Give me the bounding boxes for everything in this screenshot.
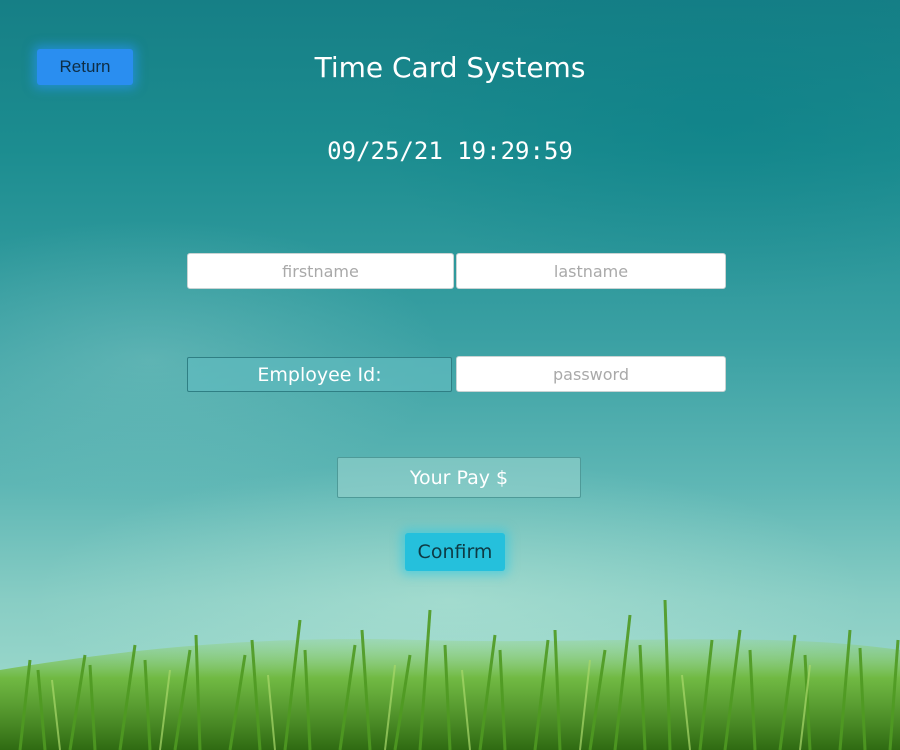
grass-background-image <box>0 599 900 750</box>
employee-id-label: Employee Id: <box>187 357 452 392</box>
password-input[interactable] <box>456 356 726 392</box>
confirm-button[interactable]: Confirm <box>405 533 505 571</box>
lastname-input[interactable] <box>456 253 726 289</box>
page-title: Time Card Systems <box>314 51 586 84</box>
pay-display: Your Pay $ <box>337 457 581 498</box>
datetime-display: 09/25/21 19:29:59 <box>327 137 573 165</box>
firstname-input[interactable] <box>187 253 454 289</box>
return-button[interactable]: Return <box>37 49 133 85</box>
